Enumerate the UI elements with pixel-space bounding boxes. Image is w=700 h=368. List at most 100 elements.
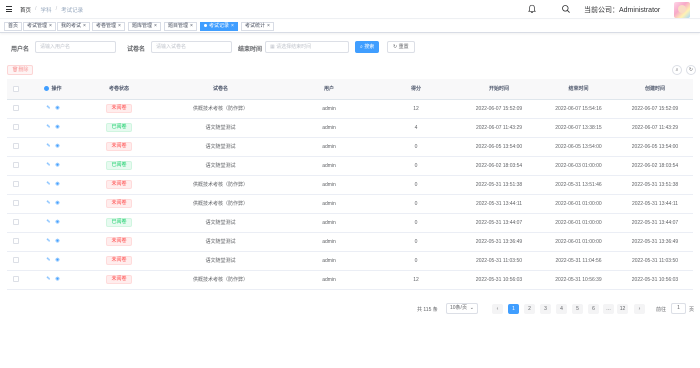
edit-icon[interactable]: ✎ <box>46 257 51 263</box>
end-time-placeholder: 请选择结束时间 <box>276 44 312 50</box>
view-icon[interactable]: ◉ <box>55 276 60 282</box>
close-icon[interactable]: × <box>231 23 234 29</box>
paper-filter-input[interactable]: 请输入试卷名 <box>151 41 232 53</box>
chevron-left-icon: ‹ <box>496 306 499 312</box>
search-button[interactable]: ⌕ 搜索 <box>355 41 380 53</box>
score-cell: 0 <box>374 213 458 233</box>
table-row[interactable]: ✎ ◉ 已阅卷 语文随堂测试 admin 0 2022-06-02 18:03:5… <box>7 156 693 176</box>
score-cell: 0 <box>374 175 458 195</box>
tag-exam-record[interactable]: 考试记录 × <box>200 22 238 31</box>
view-icon[interactable]: ◉ <box>55 200 60 206</box>
tag-bank-manage[interactable]: 题库管理 × <box>128 22 161 31</box>
avatar[interactable] <box>674 2 690 18</box>
page-button-1[interactable]: 1 <box>508 304 519 314</box>
user-cell: admin <box>284 194 374 214</box>
score-cell: 4 <box>374 118 458 138</box>
end-time-picker[interactable]: ▦ 请选择结束时间 <box>265 41 349 53</box>
user-cell: admin <box>284 213 374 233</box>
close-icon[interactable]: × <box>190 23 193 29</box>
reset-button[interactable]: ↻ 重置 <box>387 41 415 53</box>
table-row[interactable]: ✎ ◉ 未阅卷 语文随堂测试 admin 0 2022-06-05 13:54:0… <box>7 137 693 157</box>
breadcrumb-home[interactable]: 首页 <box>20 6 31 14</box>
edit-icon[interactable]: ✎ <box>46 143 51 149</box>
breadcrumb-subject[interactable]: 学科 <box>41 6 52 14</box>
close-icon[interactable]: × <box>154 23 157 29</box>
edit-icon[interactable]: ✎ <box>46 219 51 225</box>
page-button-6[interactable]: 6 <box>588 304 599 314</box>
next-page-button[interactable]: › <box>634 304 645 314</box>
row-checkbox[interactable] <box>7 213 25 233</box>
table-row[interactable]: ✎ ◉ 未阅卷 语文随堂测试 admin 0 2022-05-31 13:36:4… <box>7 232 693 252</box>
view-icon[interactable]: ◉ <box>55 257 60 263</box>
bell-icon[interactable] <box>527 4 537 14</box>
table-row[interactable]: ✎ ◉ 未阅卷 供概技术考核（防作弊） admin 12 2022-05-31 1… <box>7 270 693 290</box>
user-filter-label: 用户名 <box>11 47 30 53</box>
page-button-12[interactable]: 12 <box>617 304 628 314</box>
tag-question-manage[interactable]: 题目管理 × <box>164 22 197 31</box>
edit-icon[interactable]: ✎ <box>46 200 51 206</box>
close-icon[interactable]: × <box>83 23 86 29</box>
hamburger-menu-icon[interactable] <box>6 6 12 12</box>
page-button-3[interactable]: 3 <box>540 304 551 314</box>
current-company-label[interactable]: 当前公司：Administrator <box>584 5 660 15</box>
edit-icon[interactable]: ✎ <box>46 238 51 244</box>
view-icon[interactable]: ◉ <box>55 124 60 130</box>
row-checkbox[interactable] <box>7 99 25 119</box>
end-time-cell: 2022-06-01 01:00:00 <box>540 194 617 214</box>
close-icon[interactable]: × <box>267 23 270 29</box>
tag-paper-manage[interactable]: 考卷管理 × <box>92 22 125 31</box>
view-icon[interactable]: ◉ <box>55 219 60 225</box>
search-icon[interactable] <box>561 4 571 14</box>
row-checkbox[interactable] <box>7 156 25 176</box>
row-checkbox[interactable] <box>7 270 25 290</box>
row-checkbox[interactable] <box>7 194 25 214</box>
select-all-checkbox[interactable] <box>7 79 25 100</box>
table-row[interactable]: ✎ ◉ 已阅卷 语文随堂测试 admin 0 2022-05-31 13:44:0… <box>7 213 693 233</box>
tag-home[interactable]: 首页 <box>4 22 23 31</box>
view-icon[interactable]: ◉ <box>55 105 60 111</box>
edit-icon[interactable]: ✎ <box>46 162 51 168</box>
table-row[interactable]: ✎ ◉ 未阅卷 供概技术考核（防作弊） admin 0 2022-05-31 13… <box>7 194 693 214</box>
score-cell: 0 <box>374 194 458 214</box>
view-icon[interactable]: ◉ <box>55 162 60 168</box>
page-size-select[interactable]: 10条/页 ⌄ <box>446 303 478 314</box>
page-button-5[interactable]: 5 <box>572 304 583 314</box>
status-badge: 未阅卷 <box>106 104 132 113</box>
page-button-4[interactable]: 4 <box>556 304 567 314</box>
tag-exam-manage[interactable]: 考试管理 × <box>23 22 56 31</box>
table-row[interactable]: ✎ ◉ 已阅卷 语文随堂测试 admin 4 2022-06-07 11:43:2… <box>7 118 693 138</box>
table-row[interactable]: ✎ ◉ 未阅卷 供概技术考核（防作弊） admin 0 2022-05-31 13… <box>7 175 693 195</box>
page-jump-input[interactable]: 1 <box>671 303 686 314</box>
edit-icon[interactable]: ✎ <box>46 181 51 187</box>
edit-icon[interactable]: ✎ <box>46 105 51 111</box>
tag-my-exam[interactable]: 我的考试 × <box>57 22 90 31</box>
refresh-icon[interactable]: ↻ <box>686 65 696 75</box>
start-time-cell: 2022-06-05 13:54:00 <box>458 137 540 157</box>
delete-button[interactable]: 🗑删除 <box>7 65 34 75</box>
close-icon[interactable]: × <box>118 23 121 29</box>
row-checkbox[interactable] <box>7 251 25 271</box>
view-icon[interactable]: ◉ <box>55 238 60 244</box>
toggle-search-icon[interactable]: ⌕ <box>672 65 682 75</box>
created-time-cell: 2022-06-02 18:03:54 <box>617 156 693 176</box>
edit-icon[interactable]: ✎ <box>46 276 51 282</box>
table-row[interactable]: ✎ ◉ 未阅卷 供概技术考核（防作弊） admin 12 2022-06-07 1… <box>7 99 693 119</box>
page-button-2[interactable]: 2 <box>524 304 535 314</box>
view-icon[interactable]: ◉ <box>55 181 60 187</box>
page-ellipsis-button[interactable]: … <box>603 304 614 314</box>
table-row[interactable]: ✎ ◉ 未阅卷 语文随堂测试 admin 0 2022-05-31 11:03:5… <box>7 251 693 271</box>
row-checkbox[interactable] <box>7 232 25 252</box>
created-time-cell: 2022-05-31 10:56:03 <box>617 270 693 290</box>
row-checkbox[interactable] <box>7 137 25 157</box>
row-actions: ✎ ◉ <box>25 118 81 138</box>
close-icon[interactable]: × <box>49 23 52 29</box>
row-checkbox[interactable] <box>7 118 25 138</box>
prev-page-button[interactable]: ‹ <box>492 304 503 314</box>
user-filter-input[interactable]: 请输入用户名 <box>35 41 116 53</box>
edit-icon[interactable]: ✎ <box>46 124 51 130</box>
tag-exam-stats[interactable]: 考试统计 × <box>241 22 274 31</box>
view-icon[interactable]: ◉ <box>55 143 60 149</box>
score-cell: 0 <box>374 156 458 176</box>
chevron-down-icon: ⌄ <box>469 305 474 311</box>
row-checkbox[interactable] <box>7 175 25 195</box>
